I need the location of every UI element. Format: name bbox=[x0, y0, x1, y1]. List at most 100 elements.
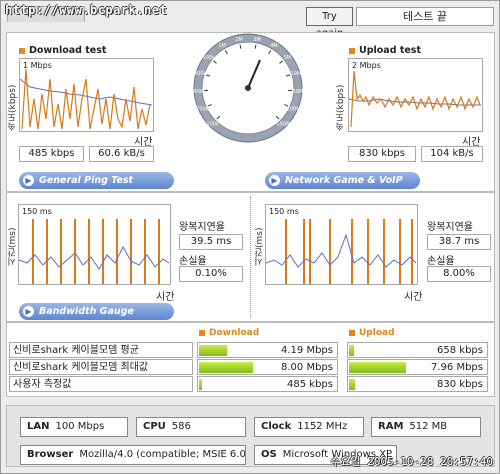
ping-graph: 150 ms bbox=[18, 204, 171, 285]
bandwidth-upload-bar: 7.96 Mbps bbox=[347, 359, 488, 375]
game-loss-value: 8.00% bbox=[427, 266, 491, 282]
ping-test-tab[interactable]: ▶ General Ping Test bbox=[19, 172, 174, 189]
ping-loss-bars bbox=[32, 219, 160, 284]
cpu-info: CPU 586 bbox=[136, 417, 246, 437]
upload-title: Upload test bbox=[349, 45, 421, 56]
cpu-label: CPU bbox=[143, 421, 166, 432]
game-rtt-label: 왕복지연율 bbox=[427, 222, 473, 233]
gauge-tick-label: 100M bbox=[287, 107, 301, 113]
game-loss-bars bbox=[285, 219, 413, 284]
bandwidth-download-fill bbox=[199, 379, 202, 390]
bandwidth-download-bar: 4.19 Mbps bbox=[197, 342, 338, 358]
browser-label: Browser bbox=[27, 449, 74, 460]
cpu-value: 586 bbox=[171, 421, 191, 432]
download-chart bbox=[20, 68, 153, 130]
upload-legend-text: Upload bbox=[359, 328, 395, 338]
game-rtt-value: 38.7 ms bbox=[427, 234, 491, 250]
upload-raw-line bbox=[350, 70, 481, 128]
browser-value: Mozilla/4.0 (compatible; MSIE 6.0 bbox=[79, 449, 246, 460]
upload-ylabel: 속도(kbps) bbox=[336, 84, 346, 131]
bandwidth-upload-fill bbox=[349, 379, 355, 390]
download-graph: 1 Mbps bbox=[19, 58, 154, 132]
ping-rtt-value: 39.5 ms bbox=[179, 234, 243, 250]
gauge-tick-label: 400k bbox=[194, 71, 207, 77]
arrow-icon: ▶ bbox=[269, 175, 280, 186]
bandwidth-row-label: 신비로shark 케이블모뎀 최대값 bbox=[9, 359, 193, 375]
download-kBs: 60.6 kB/s bbox=[89, 146, 154, 162]
upload-kbps: 830 kbps bbox=[348, 146, 416, 162]
bandwidth-download-fill bbox=[199, 345, 227, 356]
bandwidth-upload-fill bbox=[349, 362, 406, 373]
os-label: OS bbox=[261, 449, 277, 460]
ram-label: RAM bbox=[378, 421, 404, 432]
gauge-tick-label: 2M bbox=[235, 37, 243, 43]
ping-loss-label: 손실율 bbox=[179, 256, 207, 267]
gauge-tick-label: 1M bbox=[218, 43, 226, 49]
upload-chart bbox=[349, 70, 481, 128]
bandwidth-download-value: 8.00 Mbps bbox=[281, 362, 333, 373]
download-ylabel: 속도(kbps) bbox=[8, 84, 18, 131]
ping-loss-value: 0.10% bbox=[179, 266, 243, 282]
arrow-icon: ▶ bbox=[23, 175, 34, 186]
gauge-tick bbox=[239, 44, 242, 49]
gauge-tick-label: 150M bbox=[276, 121, 290, 127]
bullet-icon bbox=[349, 329, 355, 336]
download-legend: Download bbox=[199, 328, 259, 338]
browser-info: Browser Mozilla/4.0 (compatible; MSIE 6.0 bbox=[20, 445, 246, 465]
lan-label: LAN bbox=[27, 421, 50, 432]
bullet-icon bbox=[349, 47, 355, 54]
bandwidth-row-label: 신비로shark 케이블모뎀 평균 bbox=[9, 342, 193, 358]
gauge-tick-label: 200k bbox=[196, 107, 209, 113]
bullet-icon bbox=[19, 47, 25, 54]
ping-test-label: General Ping Test bbox=[39, 175, 134, 186]
download-title: Download test bbox=[19, 45, 106, 56]
gauge-tick-label: 500k bbox=[202, 55, 215, 61]
game-graph: 150 ms bbox=[265, 204, 418, 285]
try-again-button[interactable]: Try again bbox=[306, 7, 353, 39]
gauge-tick-label: 4M bbox=[270, 43, 278, 49]
game-chart bbox=[266, 219, 417, 284]
game-xlabel: 시간 bbox=[404, 292, 423, 303]
ping-rtt-line bbox=[19, 245, 170, 270]
speed-gauge: 100k 200k 300k 400k 500k1M 2M 3M 4M 5M 10M 50M 100M… bbox=[192, 33, 304, 143]
gauge-tick-label: 100k bbox=[206, 121, 219, 127]
watermark: http://www.bcpark.net bbox=[5, 3, 168, 17]
bandwidth-upload-fill bbox=[349, 345, 354, 356]
clock-info: Clock 1152 MHz bbox=[254, 417, 364, 437]
timestamp: 수요일 2005-10-28 20:57:40 bbox=[330, 455, 493, 468]
bandwidth-upload-value: 658 kbps bbox=[437, 345, 483, 356]
download-title-text: Download test bbox=[29, 45, 107, 56]
lan-value: 100 Mbps bbox=[55, 421, 105, 432]
bandwidth-upload-bar: 830 kbps bbox=[347, 376, 488, 392]
clock-label: Clock bbox=[261, 421, 292, 432]
bandwidth-label: Bandwidth Gauge bbox=[39, 306, 134, 317]
speedtest-window: http://www.bcpark.net Try again 테스트 끝 Do… bbox=[0, 0, 500, 474]
upload-legend: Upload bbox=[349, 328, 395, 338]
bandwidth-upload-value: 830 kbps bbox=[437, 379, 483, 390]
bandwidth-download-value: 485 kbps bbox=[287, 379, 333, 390]
panel-divider bbox=[250, 196, 251, 318]
bullet-icon bbox=[199, 329, 205, 336]
lan-info: LAN 100 Mbps bbox=[20, 417, 128, 437]
ping-xlabel: 시간 bbox=[156, 292, 175, 303]
bandwidth-download-bar: 8.00 Mbps bbox=[197, 359, 338, 375]
gauge-tick-label: 10M bbox=[290, 71, 301, 77]
status-field: 테스트 끝 bbox=[356, 7, 494, 26]
bandwidth-upload-bar: 658 kbps bbox=[347, 342, 488, 358]
upload-graph: 2 Mbps bbox=[348, 58, 483, 132]
clock-value: 1152 MHz bbox=[297, 421, 348, 432]
ping-chart bbox=[19, 219, 170, 284]
gauge-tick-label: 50M bbox=[293, 89, 304, 95]
gauge-tick-label: 300k bbox=[192, 89, 204, 95]
bandwidth-download-value: 4.19 Mbps bbox=[281, 345, 333, 356]
game-rtt-line bbox=[266, 233, 417, 268]
gauge-tick-label: 5M bbox=[284, 55, 292, 61]
bandwidth-download-fill bbox=[199, 362, 253, 373]
bandwidth-tab[interactable]: ▶ Bandwidth Gauge bbox=[19, 303, 174, 320]
ram-info: RAM 512 MB bbox=[371, 417, 481, 437]
game-loss-label: 손실율 bbox=[427, 256, 455, 267]
download-kbps: 485 kbps bbox=[19, 146, 84, 162]
gauge-tick bbox=[254, 44, 257, 49]
arrow-icon: ▶ bbox=[23, 306, 34, 317]
game-test-tab[interactable]: ▶Network Game & VoIP Test bbox=[265, 172, 420, 203]
